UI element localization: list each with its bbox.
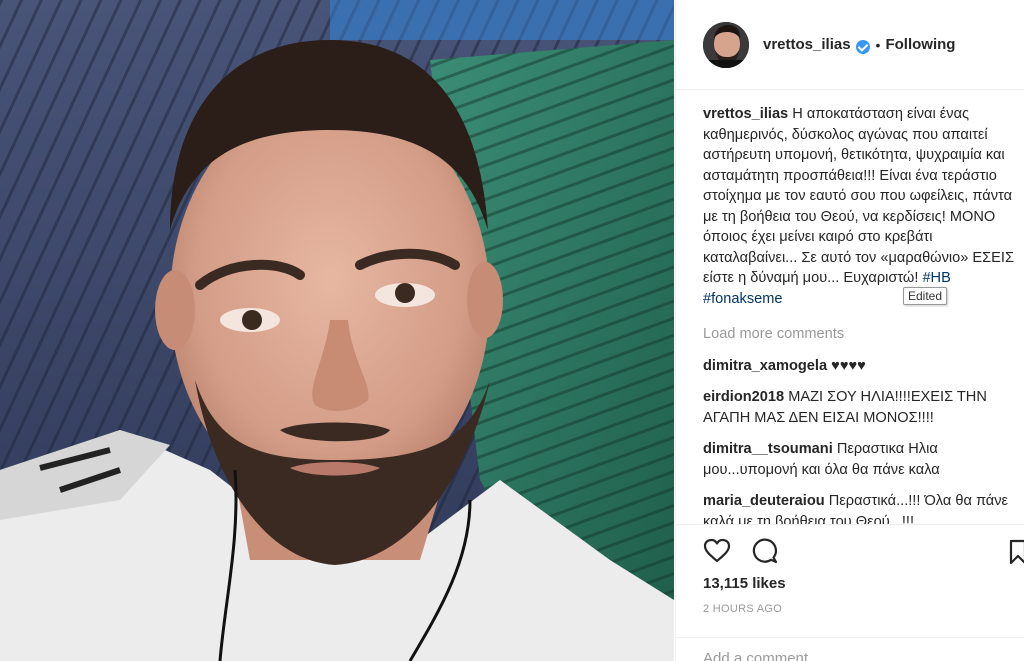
comment-text: ♥♥♥♥ xyxy=(831,357,866,374)
likes-count[interactable]: 13,115 likes xyxy=(703,575,786,592)
add-comment-bar xyxy=(676,637,1024,661)
heart-icon[interactable] xyxy=(703,537,731,565)
comments-list[interactable]: vrettos_ilias Η αποκατάσταση είναι ένας … xyxy=(703,104,1019,524)
post-actions: 13,115 likes 2 HOURS AGO xyxy=(676,524,1024,661)
caption-username[interactable]: vrettos_ilias xyxy=(703,106,788,122)
comment-item: dimitra__tsoumani Περαστικα Ηλια μου...υ… xyxy=(703,439,1019,480)
post-caption: vrettos_ilias Η αποκατάσταση είναι ένας … xyxy=(703,104,1019,309)
avatar[interactable] xyxy=(703,21,749,68)
comment-icon[interactable] xyxy=(751,537,779,565)
bookmark-icon[interactable] xyxy=(1009,539,1024,565)
header-username[interactable]: vrettos_ilias xyxy=(763,36,851,53)
hashtag-link[interactable]: #fonakseme xyxy=(703,291,783,307)
selfie-image xyxy=(0,0,674,661)
comment-username[interactable]: dimitra_xamogela xyxy=(703,358,827,374)
separator-dot: • xyxy=(875,36,881,53)
hashtag-link[interactable]: #HB xyxy=(922,270,950,286)
comment-username[interactable]: dimitra__tsoumani xyxy=(703,441,833,457)
post-header: vrettos_ilias • Following xyxy=(676,0,1024,90)
action-icons xyxy=(703,537,779,565)
comment-username[interactable]: maria_deuteraiou xyxy=(703,493,825,509)
post-timestamp: 2 HOURS AGO xyxy=(703,603,783,615)
following-button[interactable]: Following xyxy=(885,36,955,53)
post-side-panel: vrettos_ilias • Following vrettos_ilias … xyxy=(675,0,1024,661)
comment-username[interactable]: eirdion2018 xyxy=(703,389,784,405)
caption-text: Η αποκατάσταση είναι ένας καθημερινός, δ… xyxy=(703,106,1014,286)
verified-badge-icon xyxy=(855,39,870,54)
comment-item: maria_deuteraiou Περαστικά...!!! Όλα θα … xyxy=(703,491,1019,524)
load-more-comments-button[interactable]: Load more comments xyxy=(703,324,1019,345)
comment-item: eirdion2018 ΜΑΖΙ ΣΟΥ ΗΛΙΑ!!!!ΕΧΕΙΣ ΤΗΝ Α… xyxy=(703,387,1019,428)
edited-tooltip: Edited xyxy=(903,287,948,305)
comment-item: dimitra_xamogela ♥♥♥♥ xyxy=(703,356,1019,377)
add-comment-input[interactable] xyxy=(703,650,983,661)
post-photo[interactable] xyxy=(0,0,674,661)
